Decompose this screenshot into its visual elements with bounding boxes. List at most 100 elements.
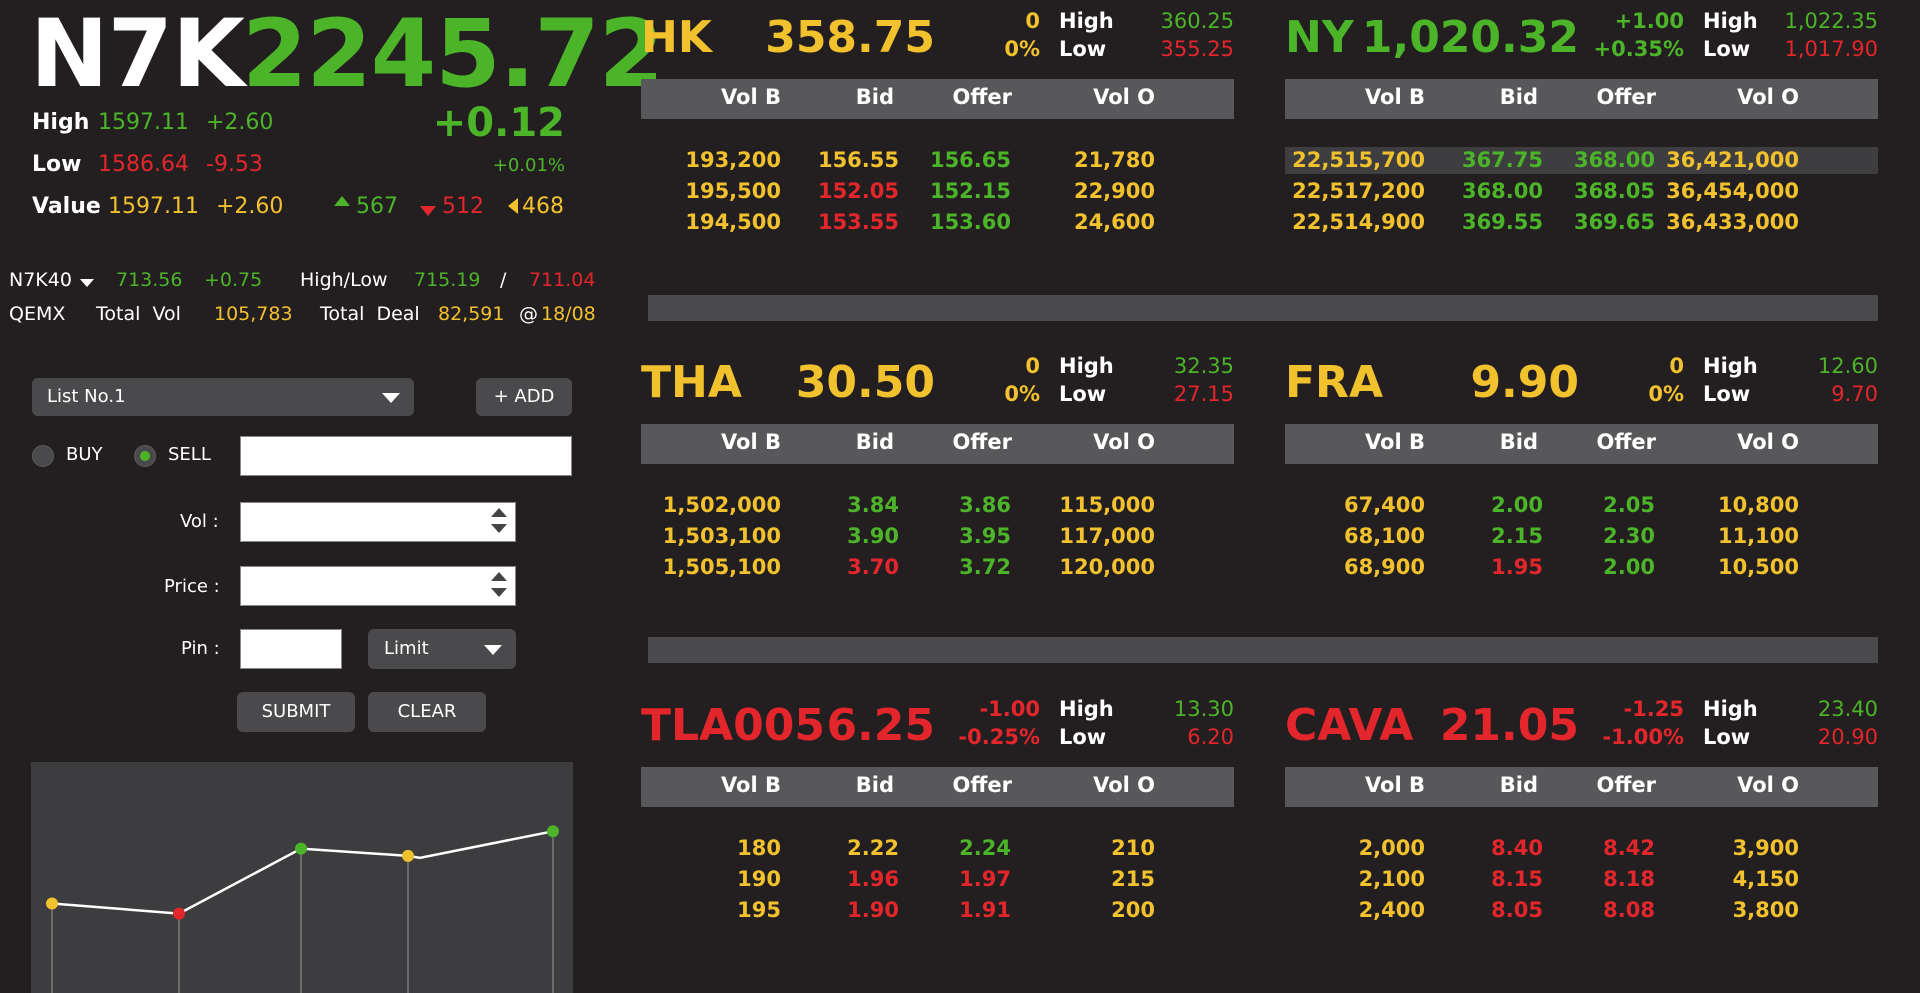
market-low-label: Low <box>1059 382 1107 406</box>
orderbook-cell-volo: 11,100 <box>1717 524 1799 548</box>
header-volo: Vol O <box>1093 85 1155 109</box>
header-bid: Bid <box>1499 430 1538 454</box>
orderbook-cell-bid: 8.40 <box>1491 836 1543 860</box>
triangle-left-icon <box>508 198 518 214</box>
index-low-label: Low <box>32 152 82 177</box>
orderbook-cell-bid: 8.15 <box>1491 867 1543 891</box>
orderbook-cell-volo: 36,421,000 <box>1666 148 1799 172</box>
orderbook-cell-offer: 8.18 <box>1603 867 1655 891</box>
orderbook-cell-volb: 22,515,700 <box>1292 148 1425 172</box>
orderbook-header: Vol B Bid Offer Vol O <box>641 424 1234 464</box>
index-low-value: 1586.64 <box>98 152 189 177</box>
chart-point <box>46 897 58 910</box>
decline-count: 512 <box>442 194 484 219</box>
vol-input[interactable] <box>240 502 516 542</box>
pin-input[interactable] <box>240 629 342 669</box>
market-high-value: 23.40 <box>1817 697 1878 721</box>
orderbook-cell-volb: 195 <box>737 898 781 922</box>
market-high-value: 12.60 <box>1817 354 1878 378</box>
orderbook-cell-volo: 24,600 <box>1073 210 1155 234</box>
header-volo: Vol O <box>1737 430 1799 454</box>
sub-index-low: 711.04 <box>529 269 596 291</box>
header-bid: Bid <box>1499 85 1538 109</box>
orderbook-cell-offer: 3.86 <box>959 493 1011 517</box>
market-change-pct: 0% <box>1004 37 1040 61</box>
market-change-pct: 0% <box>1004 382 1040 406</box>
stepper-down-icon[interactable] <box>491 524 507 533</box>
orderbook-cell-offer: 8.42 <box>1603 836 1655 860</box>
market-name: QEMX <box>9 303 66 325</box>
pin-label: Pin : <box>181 638 220 659</box>
orderbook-cell-volb: 2,000 <box>1358 836 1425 860</box>
orderbook-cell-volb: 190 <box>737 867 781 891</box>
orderbook-header: Vol B Bid Offer Vol O <box>641 79 1234 119</box>
orderbook-cell-volo: 36,454,000 <box>1666 179 1799 203</box>
market-high-label: High <box>1059 354 1114 378</box>
market-price: 30.50 <box>795 357 935 408</box>
highlow-label: High/Low <box>300 269 388 291</box>
header-volb: Vol B <box>1364 85 1425 109</box>
orderbook-cell-volo: 3,800 <box>1732 898 1799 922</box>
market-symbol[interactable]: FRA <box>1285 357 1383 408</box>
stepper-up-icon[interactable] <box>491 572 507 581</box>
symbol-input[interactable] <box>240 436 572 476</box>
market-high-label: High <box>1059 697 1114 721</box>
orderbook-cell-bid: 156.55 <box>817 148 899 172</box>
market-low-label: Low <box>1703 725 1751 749</box>
market-high-label: High <box>1703 354 1758 378</box>
total-vol-label: Total Vol <box>96 303 181 325</box>
price-input[interactable] <box>240 566 516 606</box>
clear-button[interactable]: CLEAR <box>368 692 486 732</box>
market-low-value: 27.15 <box>1173 382 1234 406</box>
header-volo: Vol O <box>1093 430 1155 454</box>
chevron-down-icon[interactable] <box>80 279 94 287</box>
submit-button[interactable]: SUBMIT <box>237 692 355 732</box>
header-offer: Offer <box>952 430 1012 454</box>
orderbook-cell-offer: 2.24 <box>959 836 1011 860</box>
sub-index-change: +0.75 <box>204 269 263 291</box>
market-low-label: Low <box>1059 725 1107 749</box>
index-low-change: -9.53 <box>206 152 263 177</box>
chevron-down-icon <box>382 393 400 403</box>
orderbook-cell-volo: 4,150 <box>1732 867 1799 891</box>
sell-radio[interactable] <box>134 445 156 467</box>
orderbook-cell-offer: 1.97 <box>959 867 1011 891</box>
header-bid: Bid <box>855 773 894 797</box>
market-low-value: 20.90 <box>1817 725 1878 749</box>
market-low-label: Low <box>1059 37 1107 61</box>
order-type-select[interactable]: Limit <box>368 629 516 669</box>
header-volb: Vol B <box>720 430 781 454</box>
add-button[interactable]: + ADD <box>476 378 572 416</box>
market-price: 6.25 <box>826 700 935 751</box>
index-value-change: +2.60 <box>216 194 284 219</box>
chevron-down-icon <box>484 645 502 655</box>
sub-index-name[interactable]: N7K40 <box>9 269 72 291</box>
stepper-down-icon[interactable] <box>491 588 507 597</box>
stepper-up-icon[interactable] <box>491 508 507 517</box>
market-symbol[interactable]: CAVA <box>1285 700 1413 751</box>
market-change: 0 <box>1025 354 1040 378</box>
market-price: 1,020.32 <box>1361 12 1579 63</box>
market-symbol[interactable]: NY <box>1285 12 1354 63</box>
buy-label: BUY <box>66 444 103 465</box>
market-symbol[interactable]: TLA005 <box>641 700 825 751</box>
orderbook-cell-volb: 2,400 <box>1358 898 1425 922</box>
market-change-pct: -1.00% <box>1602 725 1684 749</box>
list-select[interactable]: List No.1 <box>32 378 414 416</box>
triangle-down-icon <box>420 206 436 216</box>
orderbook-cell-volo: 10,800 <box>1717 493 1799 517</box>
sell-label: SELL <box>168 444 211 465</box>
market-change: +1.00 <box>1614 9 1684 33</box>
orderbook-cell-offer: 2.00 <box>1603 555 1655 579</box>
market-high-value: 32.35 <box>1173 354 1234 378</box>
market-symbol[interactable]: HK <box>641 12 712 63</box>
index-high-value: 1597.11 <box>98 110 189 135</box>
buy-radio[interactable] <box>32 445 54 467</box>
header-bid: Bid <box>855 85 894 109</box>
orderbook-cell-volo: 200 <box>1111 898 1155 922</box>
header-volb: Vol B <box>720 773 781 797</box>
market-symbol[interactable]: THA <box>641 357 742 408</box>
index-change: +0.12 <box>432 100 565 146</box>
orderbook-header: Vol B Bid Offer Vol O <box>641 767 1234 807</box>
orderbook-cell-volb: 2,100 <box>1358 867 1425 891</box>
